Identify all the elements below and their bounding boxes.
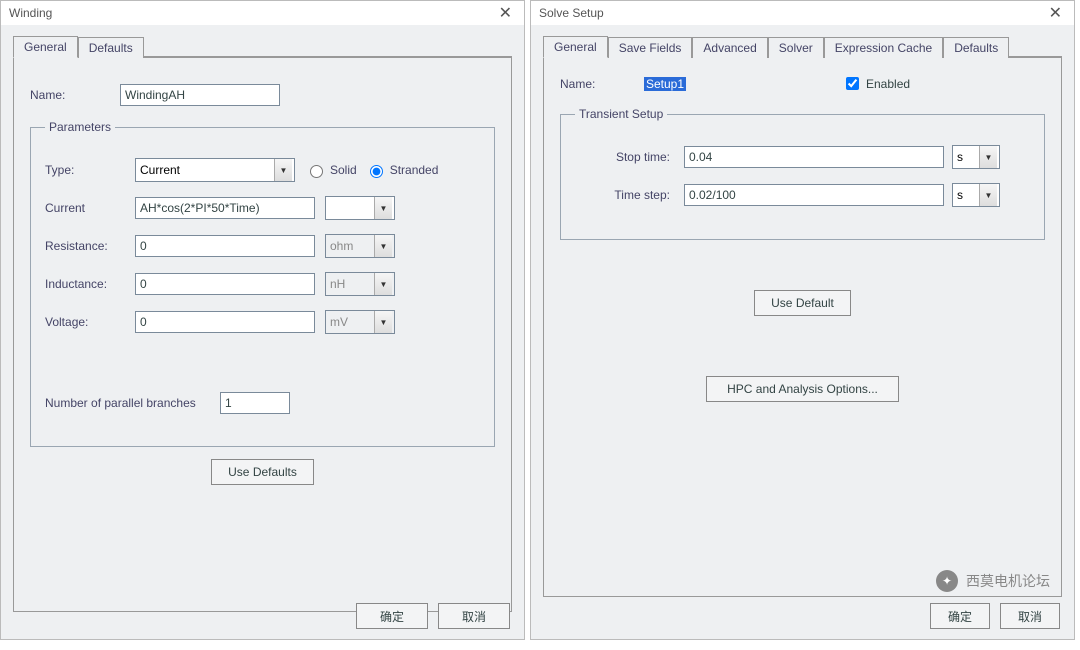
branches-row: Number of parallel branches <box>45 392 480 414</box>
solve-tabbar: General Save Fields Advanced Solver Expr… <box>531 25 1074 57</box>
current-unit-combo[interactable]: ▼ <box>325 196 395 220</box>
voltage-row: Voltage: ▼ <box>45 310 480 334</box>
radio-solid[interactable]: Solid <box>305 162 357 178</box>
inductance-label: Inductance: <box>45 277 135 291</box>
chevron-down-icon[interactable]: ▼ <box>274 159 292 181</box>
inductance-row: Inductance: ▼ <box>45 272 480 296</box>
cancel-button[interactable]: 取消 <box>1000 603 1060 629</box>
stop-unit-combo[interactable]: ▼ <box>952 145 1000 169</box>
chevron-down-icon[interactable]: ▼ <box>979 184 997 206</box>
chevron-down-icon: ▼ <box>374 273 392 295</box>
chevron-down-icon[interactable]: ▼ <box>979 146 997 168</box>
tab-solver[interactable]: Solver <box>768 37 824 58</box>
solve-name-value: Setup1 <box>644 77 686 91</box>
radio-solid-input[interactable] <box>310 165 323 178</box>
tab-general[interactable]: General <box>13 36 78 58</box>
ok-button[interactable]: 确定 <box>356 603 428 629</box>
solve-name-row: Name: Setup1 Enabled <box>560 74 1045 93</box>
solve-setup-dialog: Solve Setup ✕ General Save Fields Advanc… <box>530 0 1075 640</box>
current-row: Current ▼ <box>45 196 480 220</box>
use-defaults-button[interactable]: Use Defaults <box>211 459 314 485</box>
resistance-label: Resistance: <box>45 239 135 253</box>
step-label: Time step: <box>575 188 670 202</box>
solve-title: Solve Setup <box>539 6 1045 20</box>
step-unit-combo[interactable]: ▼ <box>952 183 1000 207</box>
voltage-unit-input <box>326 311 374 333</box>
use-default-button[interactable]: Use Default <box>754 290 851 316</box>
current-input[interactable] <box>135 197 315 219</box>
winding-titlebar: Winding ✕ <box>1 1 524 25</box>
voltage-input <box>135 311 315 333</box>
winding-buttons: 确定 取消 <box>356 603 510 629</box>
enabled-checkbox[interactable]: Enabled <box>842 74 910 93</box>
winding-general-panel: Name: Parameters Type: ▼ Solid <box>13 57 512 612</box>
time-step-input[interactable] <box>684 184 944 206</box>
chevron-down-icon[interactable]: ▼ <box>374 197 392 219</box>
type-label: Type: <box>45 163 135 177</box>
winding-tabbar: General Defaults <box>1 25 524 57</box>
solve-titlebar: Solve Setup ✕ <box>531 1 1074 25</box>
branches-label: Number of parallel branches <box>45 396 220 410</box>
solve-name-label: Name: <box>560 77 630 91</box>
ok-button[interactable]: 确定 <box>930 603 990 629</box>
tab-save-fields[interactable]: Save Fields <box>608 37 693 58</box>
enabled-checkbox-input[interactable] <box>846 77 859 90</box>
solve-name-input[interactable]: Setup1 <box>644 77 824 91</box>
tab-defaults[interactable]: Defaults <box>943 37 1009 58</box>
parameters-legend: Parameters <box>45 120 115 134</box>
stop-unit-input[interactable] <box>953 146 979 168</box>
current-label: Current <box>45 201 135 215</box>
winding-name-input[interactable] <box>120 84 280 106</box>
chevron-down-icon: ▼ <box>374 311 392 333</box>
resistance-row: Resistance: ▼ <box>45 234 480 258</box>
inductance-unit-input <box>326 273 374 295</box>
hpc-options-button[interactable]: HPC and Analysis Options... <box>706 376 899 402</box>
tab-advanced[interactable]: Advanced <box>692 37 767 58</box>
stop-row: Stop time: ▼ <box>575 145 1030 169</box>
resistance-unit-combo: ▼ <box>325 234 395 258</box>
solve-buttons: 确定 取消 <box>930 603 1060 629</box>
winding-dialog: Winding ✕ General Defaults Name: Paramet… <box>0 0 525 640</box>
step-unit-input[interactable] <box>953 184 979 206</box>
winding-kind-radios: Solid Stranded <box>305 162 438 178</box>
wechat-icon: ✦ <box>936 570 958 592</box>
resistance-unit-input <box>326 235 374 257</box>
tab-general[interactable]: General <box>543 36 608 58</box>
chevron-down-icon: ▼ <box>374 235 392 257</box>
parameters-fieldset: Parameters Type: ▼ Solid Stranded <box>30 120 495 447</box>
radio-stranded[interactable]: Stranded <box>365 162 439 178</box>
close-icon[interactable]: ✕ <box>1045 3 1066 23</box>
type-row: Type: ▼ Solid Stranded <box>45 158 480 182</box>
type-combo[interactable]: ▼ <box>135 158 295 182</box>
transient-legend: Transient Setup <box>575 107 667 121</box>
radio-stranded-input[interactable] <box>370 165 383 178</box>
name-row: Name: <box>30 84 495 106</box>
type-combo-input[interactable] <box>136 159 274 181</box>
close-icon[interactable]: ✕ <box>495 3 516 23</box>
winding-title: Winding <box>9 6 495 20</box>
name-label: Name: <box>30 88 120 102</box>
step-row: Time step: ▼ <box>575 183 1030 207</box>
watermark: ✦ 西莫电机论坛 <box>936 570 1050 592</box>
stop-time-input[interactable] <box>684 146 944 168</box>
inductance-input <box>135 273 315 295</box>
solve-general-panel: Name: Setup1 Enabled Transient Setup Sto… <box>543 57 1062 597</box>
resistance-input <box>135 235 315 257</box>
transient-fieldset: Transient Setup Stop time: ▼ Time step: … <box>560 107 1045 240</box>
cancel-button[interactable]: 取消 <box>438 603 510 629</box>
voltage-unit-combo: ▼ <box>325 310 395 334</box>
current-unit-input[interactable] <box>326 197 374 219</box>
inductance-unit-combo: ▼ <box>325 272 395 296</box>
watermark-text: 西莫电机论坛 <box>966 571 1050 591</box>
voltage-label: Voltage: <box>45 315 135 329</box>
tab-defaults[interactable]: Defaults <box>78 37 144 58</box>
tab-expression-cache[interactable]: Expression Cache <box>824 37 943 58</box>
branches-input[interactable] <box>220 392 290 414</box>
stop-label: Stop time: <box>575 150 670 164</box>
